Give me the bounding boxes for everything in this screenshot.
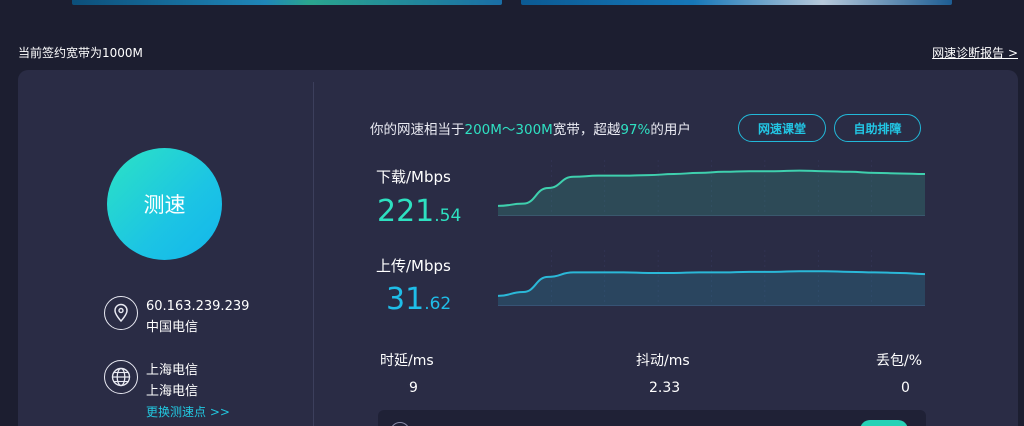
download-value-dec: .54 bbox=[434, 206, 462, 226]
panel-divider bbox=[313, 82, 314, 426]
globe-icon bbox=[104, 360, 138, 394]
packet-loss-label: 丢包/% bbox=[876, 353, 923, 369]
download-label: 下载/Mbps bbox=[376, 168, 451, 186]
download-value-int: 221 bbox=[377, 194, 435, 229]
contract-bandwidth-text: 当前签约宽带为1000M bbox=[18, 46, 143, 60]
change-test-node-link[interactable]: 更换测速点 >> bbox=[146, 402, 230, 423]
speed-course-button[interactable]: 网速课堂 bbox=[738, 114, 826, 142]
ip-address: 60.163.239.239 bbox=[146, 299, 250, 314]
upload-value-dec: .62 bbox=[424, 294, 452, 314]
ip-info: 60.163.239.239 中国电信 bbox=[104, 296, 249, 338]
self-repair-button[interactable]: 自助排障 bbox=[834, 114, 921, 142]
speed-test-page: 当前签约宽带为1000M 网速诊断报告 > 测速 60.163.239.239 … bbox=[0, 0, 1024, 426]
download-trend-chart bbox=[498, 160, 925, 216]
packet-loss-value: 0 bbox=[901, 380, 910, 396]
summary-range: 200M～300M bbox=[464, 122, 553, 138]
upload-value-int: 31 bbox=[386, 282, 425, 317]
test-node-info: 上海电信 上海电信 更换测速点 >> bbox=[104, 360, 230, 423]
download-trend-area bbox=[498, 170, 925, 216]
upload-label: 上传/Mbps bbox=[376, 257, 451, 275]
upload-trend-area bbox=[498, 271, 925, 306]
bottom-bar-button[interactable] bbox=[860, 420, 908, 426]
summary-middle: 宽带，超越 bbox=[552, 122, 621, 138]
summary-prefix: 你的网速相当于 bbox=[370, 122, 465, 138]
isp-name: 中国电信 bbox=[146, 320, 199, 335]
node-location: 上海电信 bbox=[146, 363, 199, 378]
node-operator: 上海电信 bbox=[146, 384, 199, 399]
start-speed-test-button[interactable]: 测速 bbox=[107, 148, 222, 260]
latency-label: 时延/ms bbox=[380, 353, 434, 369]
upload-trend-chart bbox=[498, 250, 925, 306]
jitter-label: 抖动/ms bbox=[636, 353, 690, 369]
result-card: 测速 60.163.239.239 中国电信 上海电信 上海电信 更换测速点 >… bbox=[18, 70, 1018, 426]
bottom-action-bar bbox=[378, 410, 926, 426]
speed-summary: 你的网速相当于200M～300M宽带，超越97%的用户 bbox=[370, 118, 691, 138]
promo-banner-left[interactable] bbox=[72, 0, 502, 5]
download-value: 221.54 bbox=[377, 194, 461, 229]
latency-value: 9 bbox=[409, 380, 418, 396]
speed-report-link[interactable]: 网速诊断报告 > bbox=[932, 44, 1018, 61]
location-pin-icon bbox=[104, 296, 138, 330]
bottom-bar-icon bbox=[390, 422, 410, 426]
summary-suffix: 的用户 bbox=[650, 122, 691, 138]
summary-percent: 97% bbox=[620, 122, 651, 138]
upload-value: 31.62 bbox=[386, 282, 451, 317]
promo-banner-right[interactable] bbox=[521, 0, 952, 5]
jitter-value: 2.33 bbox=[649, 380, 681, 396]
